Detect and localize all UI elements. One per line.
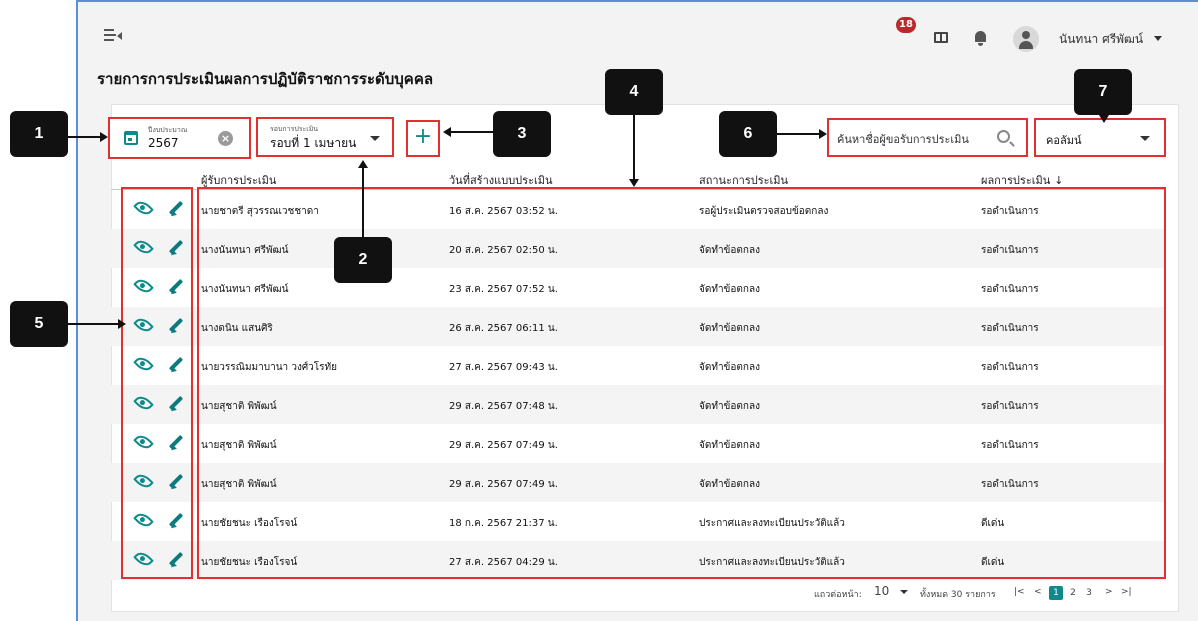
arrow-6 bbox=[777, 133, 819, 135]
callout-4: 4 bbox=[605, 69, 663, 115]
callout-1: 1 bbox=[10, 111, 68, 157]
arrow-1-head bbox=[100, 132, 108, 142]
first-page-button[interactable]: |< bbox=[1014, 587, 1025, 597]
prev-page-button[interactable]: < bbox=[1034, 587, 1042, 597]
notification-badge: 18 bbox=[896, 17, 916, 33]
top-bar: นันทนา ศรีพัฒน์ bbox=[78, 2, 1198, 66]
bell-icon[interactable] bbox=[973, 27, 993, 47]
rows-per-page-label: แถวต่อหน้า: bbox=[814, 590, 862, 600]
annotation-box-actions bbox=[121, 187, 193, 579]
page-title: รายการการประเมินผลการปฏิบัติราชการระดับบ… bbox=[97, 70, 434, 88]
caret-down-icon[interactable] bbox=[900, 590, 908, 594]
menu-collapse-icon[interactable] bbox=[104, 29, 122, 43]
arrow-4 bbox=[633, 115, 635, 179]
arrow-5-head bbox=[118, 319, 126, 329]
book-icon[interactable] bbox=[934, 32, 948, 43]
arrow-5 bbox=[68, 323, 118, 325]
annotation-box-search bbox=[827, 118, 1028, 157]
callout-6: 6 bbox=[719, 111, 777, 157]
next-page-button[interactable]: > bbox=[1105, 587, 1113, 597]
arrow-2 bbox=[362, 168, 364, 237]
avatar[interactable] bbox=[1013, 26, 1039, 52]
page-1-button[interactable]: 1 bbox=[1049, 586, 1063, 600]
callout-5: 5 bbox=[10, 301, 68, 347]
result-header-label: ผลการประเมิน bbox=[981, 174, 1051, 187]
arrow-4-head bbox=[629, 179, 639, 187]
caret-down-icon[interactable] bbox=[1154, 36, 1162, 41]
annotation-box-add bbox=[406, 120, 440, 157]
annotation-box-fiscal-year bbox=[108, 117, 251, 159]
page-2-button[interactable]: 2 bbox=[1066, 586, 1080, 600]
arrow-6-head bbox=[819, 129, 827, 139]
screen: นันทนา ศรีพัฒน์ รายการการประเมินผลการปฏิ… bbox=[0, 0, 1198, 621]
annotation-box-columns bbox=[1034, 118, 1166, 157]
callout-3: 3 bbox=[493, 111, 551, 157]
page-3-button[interactable]: 3 bbox=[1082, 586, 1096, 600]
arrow-3-head bbox=[443, 127, 451, 137]
rows-per-page-select[interactable]: 10 bbox=[874, 584, 889, 598]
arrow-1 bbox=[68, 136, 100, 138]
arrow-7-head bbox=[1099, 115, 1109, 123]
callout-7: 7 bbox=[1074, 69, 1132, 115]
pagination: แถวต่อหน้า: 10 ทั้งหมด 30 รายการ |< < 1 … bbox=[790, 584, 1170, 603]
arrow-3 bbox=[451, 131, 493, 133]
last-page-button[interactable]: >| bbox=[1121, 587, 1132, 597]
arrow-2-head bbox=[358, 160, 368, 168]
annotation-box-round bbox=[256, 117, 394, 157]
sort-down-icon[interactable]: ↓ bbox=[1054, 174, 1063, 187]
user-name[interactable]: นันทนา ศรีพัฒน์ bbox=[1059, 30, 1143, 49]
total-count: ทั้งหมด 30 รายการ bbox=[920, 590, 996, 600]
callout-2: 2 bbox=[334, 237, 392, 283]
